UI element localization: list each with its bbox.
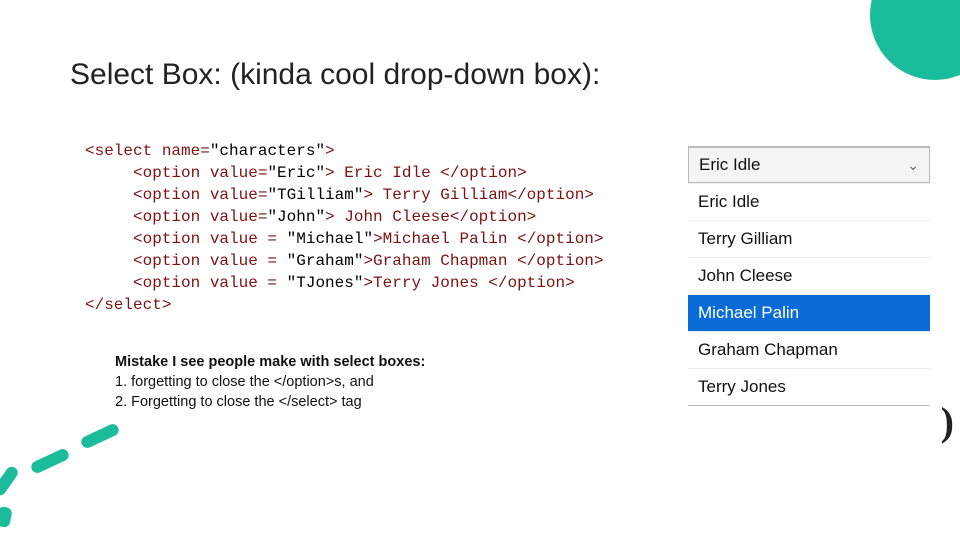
dropdown-selected-label: Eric Idle bbox=[699, 155, 760, 175]
dropdown-list: Eric IdleTerry GilliamJohn CleeseMichael… bbox=[688, 183, 930, 405]
decor-squiggle bbox=[0, 430, 170, 520]
mistakes-header: Mistake I see people make with select bo… bbox=[115, 352, 425, 372]
code-block: <select name="characters"> <option value… bbox=[85, 140, 604, 316]
mistakes-note: Mistake I see people make with select bo… bbox=[115, 352, 425, 412]
dropdown-selected[interactable]: Eric Idle ⌄ bbox=[688, 147, 930, 183]
dropdown-option[interactable]: Michael Palin bbox=[688, 294, 930, 331]
decor-circle bbox=[870, 0, 960, 80]
dropdown-demo: Eric Idle ⌄ Eric IdleTerry GilliamJohn C… bbox=[688, 146, 930, 406]
chevron-down-icon: ⌄ bbox=[907, 157, 919, 174]
dropdown-option[interactable]: John Cleese bbox=[688, 257, 930, 294]
mistakes-item-1: 1. forgetting to close the </option>s, a… bbox=[115, 372, 425, 392]
mistakes-item-2: 2. Forgetting to close the </select> tag bbox=[115, 392, 425, 412]
dropdown-option[interactable]: Terry Gilliam bbox=[688, 220, 930, 257]
partial-glyph: ) bbox=[941, 398, 954, 445]
dropdown-option[interactable]: Eric Idle bbox=[688, 183, 930, 220]
dropdown-option[interactable]: Terry Jones bbox=[688, 368, 930, 405]
dropdown-option[interactable]: Graham Chapman bbox=[688, 331, 930, 368]
slide-title: Select Box: (kinda cool drop-down box): bbox=[70, 58, 600, 92]
